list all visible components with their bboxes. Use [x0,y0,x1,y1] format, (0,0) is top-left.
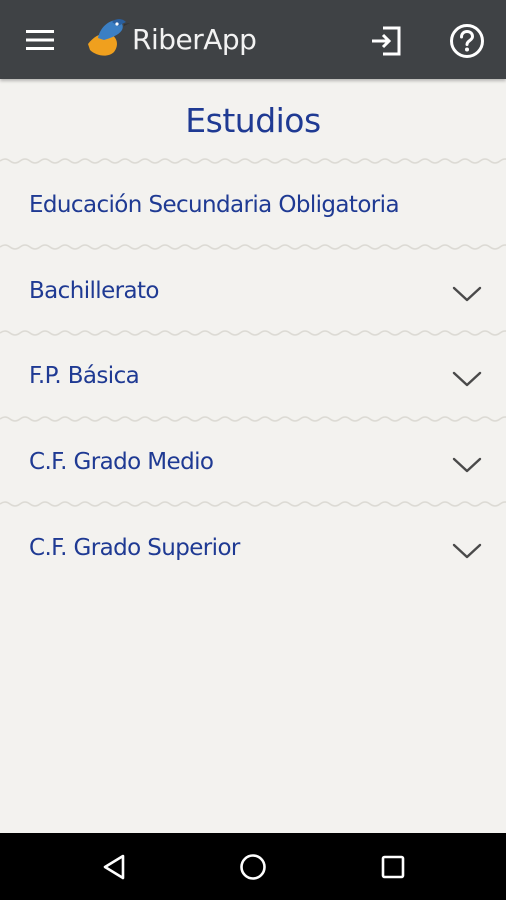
login-icon [372,26,401,56]
study-item-label: C.F. Grado Medio [29,449,214,475]
study-item-grado-superior[interactable]: C.F. Grado Superior [0,508,506,592]
chevron-down-icon [452,457,482,473]
study-item-bachillerato[interactable]: Bachillerato [0,251,506,335]
wavy-divider [0,158,506,164]
kingfisher-logo [88,19,130,56]
chevron-down-icon [452,543,482,559]
help-icon [450,24,484,58]
back-icon [103,854,125,880]
recents-button[interactable] [371,845,415,889]
study-item-fp-basica[interactable]: F.P. Básica [0,336,506,420]
home-button[interactable] [231,845,275,889]
content-area: Estudios Educación Secundaria Obligatori… [0,79,506,833]
study-item-label: C.F. Grado Superior [29,535,240,561]
back-button[interactable] [92,845,136,889]
menu-icon [26,30,54,50]
study-item-label: Educación Secundaria Obligatoria [29,192,400,218]
study-item-label: Bachillerato [29,278,159,304]
menu-button[interactable] [20,24,60,56]
study-item-eso[interactable]: Educación Secundaria Obligatoria [0,165,506,249]
app-root: RiberApp Estudios Educación Secundaria O… [0,0,506,900]
home-icon [240,854,266,880]
login-button[interactable] [366,22,406,60]
help-button[interactable] [446,21,488,61]
app-title: RiberApp [132,23,257,56]
wavy-divider [0,244,506,250]
study-item-grado-medio[interactable]: C.F. Grado Medio [0,422,506,506]
study-item-label: F.P. Básica [29,363,140,389]
chevron-down-icon [452,286,482,302]
app-bar: RiberApp [0,0,506,79]
recents-icon [381,855,405,879]
page-title: Estudios [185,101,321,140]
wavy-divider [0,501,506,507]
chevron-down-icon [452,371,482,387]
system-nav-bar [0,833,506,900]
